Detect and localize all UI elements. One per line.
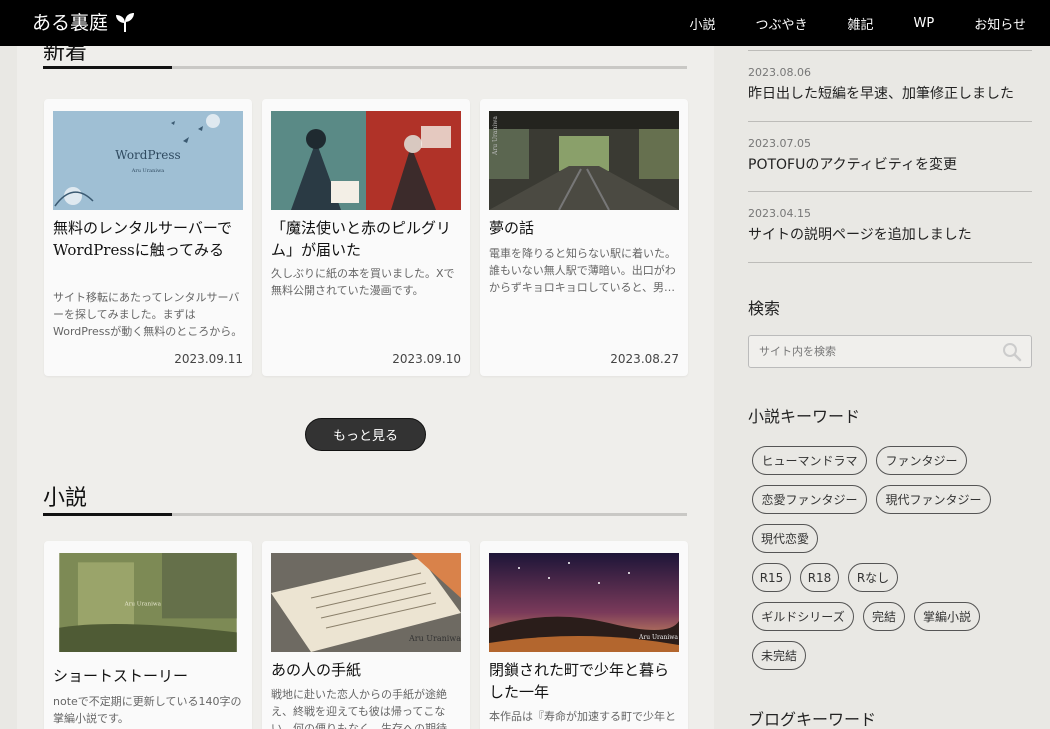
- keyword-tag[interactable]: R15: [752, 563, 791, 592]
- novel-excerpt: 戦地に赴いた恋人からの手紙が途絶え、終戦を迎えても彼は帰ってこない。何の便りもな…: [271, 688, 447, 729]
- post-excerpt: サイト移転にあたってレンタルサーバーを探してみました。まずはWordPressが…: [53, 291, 243, 338]
- post-date: 2023.09.11: [174, 352, 243, 366]
- nav-essays[interactable]: 雑記: [848, 14, 874, 33]
- nav-wp[interactable]: WP: [914, 16, 935, 31]
- site-brand[interactable]: ある裏庭: [32, 8, 136, 35]
- news-date: 2023.04.15: [748, 207, 811, 220]
- novel-thumbnail[interactable]: Aru Uraniwa: [53, 553, 243, 652]
- more-button[interactable]: もっと見る: [305, 418, 426, 451]
- novel-title[interactable]: 閉鎖された町で少年と暮らした一年: [489, 659, 681, 703]
- section-title-novels: 小説: [43, 486, 88, 511]
- novel-card[interactable]: Aru Uraniwa 閉鎖された町で少年と暮らした一年 本作品は『寿命が加速す…: [480, 541, 688, 729]
- keyword-tag[interactable]: Rなし: [848, 563, 898, 592]
- keyword-tag[interactable]: 恋愛ファンタジー: [752, 485, 867, 514]
- search-heading: 検索: [748, 299, 781, 318]
- news-item[interactable]: 2023.04.15 サイトの説明ページを追加しました: [748, 207, 1032, 244]
- nav-tweets[interactable]: つぶやき: [756, 14, 808, 33]
- post-title[interactable]: 夢の話: [489, 217, 681, 239]
- post-date: 2023.09.10: [392, 352, 461, 366]
- post-title[interactable]: 無料のレンタルサーバーでWordPressに触ってみる: [53, 217, 245, 261]
- keyword-tag[interactable]: 現代ファンタジー: [876, 485, 991, 514]
- novel-card[interactable]: Aru Uraniwa ショートストーリー noteで不定期に更新している140…: [44, 541, 252, 729]
- keyword-tag[interactable]: 掌編小説: [914, 602, 980, 631]
- post-thumbnail[interactable]: [271, 111, 461, 210]
- novel-excerpt: 本作品は『寿命が加速する町で少年と: [489, 710, 676, 723]
- news-title[interactable]: 昨日出した短編を早速、加筆修正しました: [748, 83, 1032, 103]
- novel-thumbnail[interactable]: Aru Uraniwa: [489, 553, 679, 652]
- main-nav: 小説 つぶやき 雑記 WP お知らせ: [650, 0, 1027, 46]
- post-excerpt: 久しぶりに紙の本を買いました。Xで無料公開されていた漫画です。: [271, 267, 455, 297]
- thumb-author-text: Aru Uraniwa: [638, 634, 678, 641]
- post-card[interactable]: Aru Uraniwa 夢の話 電車を降りると知らない駅に着いた。誰もいない無人…: [480, 99, 688, 376]
- novel-excerpt: noteで不定期に更新している140字の掌編小説です。: [53, 695, 242, 725]
- divider: [748, 121, 1032, 122]
- keyword-tag[interactable]: ギルドシリーズ: [752, 602, 854, 631]
- novel-title[interactable]: あの人の手紙: [271, 659, 463, 681]
- site-header: ある裏庭 小説 つぶやき 雑記 WP お知らせ: [0, 0, 1050, 46]
- keyword-tag[interactable]: 完結: [863, 602, 905, 631]
- post-title[interactable]: 「魔法使いと赤のピルグリム」が届いた: [271, 217, 463, 261]
- novel-title[interactable]: ショートストーリー: [53, 665, 245, 687]
- site-title[interactable]: ある裏庭: [32, 8, 108, 35]
- thumb-author-text: Aru Uraniwa: [408, 634, 461, 643]
- keyword-tag[interactable]: 現代恋愛: [752, 524, 818, 553]
- post-thumbnail[interactable]: Aru Uraniwa: [489, 111, 679, 210]
- search-icon[interactable]: [1002, 342, 1022, 362]
- news-date: 2023.07.05: [748, 137, 811, 150]
- keyword-tag[interactable]: 未完結: [752, 641, 806, 670]
- post-date: 2023.08.27: [610, 352, 679, 366]
- news-item[interactable]: 2023.07.05 POTOFUのアクティビティを変更: [748, 137, 1032, 174]
- thumb-author-text: Aru Uraniwa: [492, 116, 499, 156]
- post-thumbnail[interactable]: WordPress Aru Uraniwa: [53, 111, 243, 210]
- nav-novels[interactable]: 小説: [690, 14, 716, 33]
- main-column: 新着 WordPress Aru Uraniwa 無料のレンタルサーバーでWor…: [17, 0, 714, 729]
- news-title[interactable]: サイトの説明ページを追加しました: [748, 224, 1032, 244]
- keyword-tag[interactable]: ファンタジー: [876, 446, 967, 475]
- section-divider: [43, 66, 687, 69]
- keyword-tag[interactable]: ヒューマンドラマ: [752, 446, 867, 475]
- news-item[interactable]: 2023.08.06 昨日出した短編を早速、加筆修正しました: [748, 66, 1032, 103]
- search-box[interactable]: [748, 335, 1032, 368]
- thumb-wordpress-text: WordPress: [115, 148, 180, 162]
- thumb-author-text: Aru Uraniwa: [131, 168, 164, 174]
- novel-thumbnail[interactable]: Aru Uraniwa: [271, 553, 461, 652]
- divider: [748, 191, 1032, 192]
- news-date: 2023.08.06: [748, 66, 811, 79]
- section-divider: [43, 513, 687, 516]
- post-card[interactable]: 「魔法使いと赤のピルグリム」が届いた 久しぶりに紙の本を買いました。Xで無料公開…: [262, 99, 470, 376]
- keyword-tag[interactable]: R18: [800, 563, 839, 592]
- novel-keywords-heading: 小説キーワード: [748, 407, 861, 426]
- thumb-author-text: Aru Uraniwa: [124, 601, 162, 607]
- blog-keywords-heading: ブログキーワード: [748, 710, 877, 729]
- news-title[interactable]: POTOFUのアクティビティを変更: [748, 154, 1032, 174]
- nav-news[interactable]: お知らせ: [974, 14, 1026, 33]
- divider: [748, 50, 1032, 51]
- post-excerpt: 電車を降りると知らない駅に着いた。誰もいない無人駅で薄暗い。出口がわからずキョロ…: [489, 247, 676, 294]
- sprout-icon: [116, 12, 135, 32]
- divider: [748, 262, 1032, 263]
- novel-card[interactable]: Aru Uraniwa あの人の手紙 戦地に赴いた恋人からの手紙が途絶え、終戦を…: [262, 541, 470, 729]
- post-card[interactable]: WordPress Aru Uraniwa 無料のレンタルサーバーでWordPr…: [44, 99, 252, 376]
- search-input[interactable]: [749, 336, 989, 367]
